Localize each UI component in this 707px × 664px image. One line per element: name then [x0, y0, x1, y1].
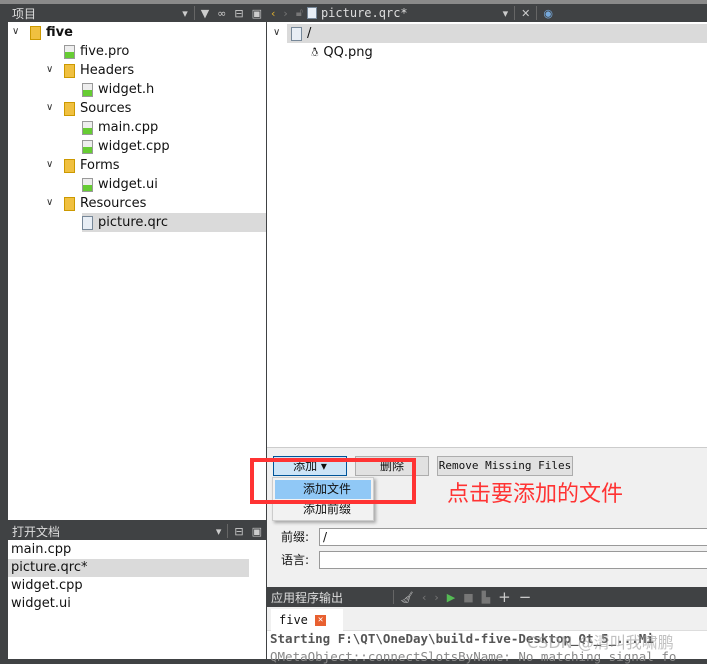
chevron-down-icon[interactable]: ∨: [12, 26, 19, 37]
editor-toolbar: ‹ › 🔓︎ picture.qrc* ▾ ✕ ◉: [267, 4, 707, 22]
language-field-label: 语言:: [281, 553, 310, 567]
ui-file-icon: [82, 177, 93, 192]
open-docs-title: 打开文档: [12, 524, 61, 539]
resource-file-label: QQ.png: [323, 45, 373, 60]
tree-item[interactable]: widget.h: [82, 80, 154, 99]
next-icon[interactable]: ›: [434, 591, 438, 604]
tree-item-label: widget.h: [98, 82, 155, 97]
sources-folder-icon: [64, 101, 75, 116]
lock-icon: 🔓︎: [295, 6, 303, 19]
open-doc-item[interactable]: picture.qrc*: [8, 559, 249, 577]
back-icon[interactable]: ‹: [271, 7, 275, 20]
tree-item[interactable]: Sources: [64, 99, 131, 118]
dropdown-icon[interactable]: ▾: [182, 7, 188, 20]
source-file-icon: [82, 120, 93, 135]
output-header: 应用程序输出 🧹︎ ‹ › ▶ ■ ▙ + −: [267, 587, 707, 607]
source-file-icon: [82, 82, 93, 97]
source-file-icon: [82, 139, 93, 154]
output-pane: five ✕ Starting F:\QT\OneDay\build-five-…: [267, 607, 707, 664]
zoom-in-icon[interactable]: +: [498, 588, 511, 606]
forms-folder-icon: [64, 158, 75, 173]
headers-folder-icon: [64, 63, 75, 78]
tree-item[interactable]: widget.ui: [82, 175, 158, 194]
tree-item-label: Forms: [80, 158, 120, 173]
output-tab-label: five: [279, 613, 308, 627]
forward-icon[interactable]: ›: [283, 7, 287, 20]
tree-item-label: main.cpp: [98, 120, 159, 135]
close-pane-icon[interactable]: ▣: [252, 525, 262, 538]
clear-icon[interactable]: 🧹︎: [400, 591, 414, 604]
output-title: 应用程序输出: [271, 590, 344, 605]
tree-item[interactable]: five.pro: [64, 42, 129, 61]
tree-item-label: Resources: [80, 196, 147, 211]
tree-item-label: five: [46, 25, 73, 40]
tree-item[interactable]: picture.qrc: [82, 213, 266, 232]
chevron-down-icon[interactable]: ∨: [46, 102, 53, 113]
annotation-box: [250, 458, 416, 504]
document-selector[interactable]: picture.qrc*: [321, 6, 499, 20]
resource-file-row[interactable]: 🐧︎ QQ.png: [311, 43, 373, 62]
attach-icon[interactable]: ▙: [482, 591, 490, 604]
open-docs-list[interactable]: main.cpp picture.qrc* widget.cpp widget.ui: [8, 540, 266, 659]
tree-item-label: Headers: [80, 63, 135, 78]
tree-item[interactable]: Resources: [64, 194, 146, 213]
open-doc-item[interactable]: widget.cpp: [8, 577, 249, 595]
tree-item-label: widget.ui: [98, 177, 158, 192]
prev-icon[interactable]: ‹: [422, 591, 426, 604]
prefix-label: /: [307, 26, 312, 41]
tree-item-label: five.pro: [80, 44, 130, 59]
prefix-input[interactable]: /: [319, 528, 707, 546]
project-folder-icon: [30, 25, 41, 40]
open-doc-item[interactable]: widget.ui: [8, 595, 249, 613]
prefix-icon: [291, 26, 302, 41]
stop-icon[interactable]: ■: [463, 591, 473, 604]
chevron-down-icon[interactable]: ∨: [273, 27, 280, 38]
project-tree[interactable]: five ∨ five.pro Headers ∨ widget.h Sources ∨ mai…: [8, 22, 266, 520]
tree-item[interactable]: widget.cpp: [82, 137, 170, 156]
pro-file-icon: [64, 44, 75, 59]
close-pane-icon[interactable]: ▣: [252, 7, 262, 20]
filter-icon[interactable]: ▼: [201, 7, 209, 20]
prefix-field-label: 前缀:: [281, 530, 310, 544]
split-icon[interactable]: ⊟: [234, 7, 243, 20]
tree-item-label: widget.cpp: [98, 139, 170, 154]
remove-missing-files-button[interactable]: Remove Missing Files: [437, 456, 573, 476]
penguin-image-icon: 🐧︎: [311, 45, 319, 59]
tree-item-label: Sources: [80, 101, 132, 116]
locator-icon[interactable]: ◉: [543, 7, 553, 20]
tree-item[interactable]: Headers: [64, 61, 134, 80]
output-tab-five[interactable]: five ✕: [271, 609, 343, 632]
prefix-row[interactable]: /: [287, 24, 707, 43]
tree-item[interactable]: Forms: [64, 156, 120, 175]
run-icon[interactable]: ▶: [447, 591, 455, 604]
dropdown-icon[interactable]: ▾: [503, 7, 509, 20]
watermark: CSDN @清叫我啸鹏: [527, 633, 674, 652]
dropdown-icon[interactable]: ▾: [216, 525, 222, 538]
chevron-down-icon[interactable]: ∨: [46, 159, 53, 170]
tree-item-label: picture.qrc: [98, 215, 168, 230]
projects-header: 项目 ▾ ▼ ∞ ⊟ ▣: [8, 4, 266, 22]
close-document-icon[interactable]: ✕: [521, 7, 530, 20]
resource-editor[interactable]: / ∨ 🐧︎ QQ.png: [267, 22, 707, 447]
resources-folder-icon: [64, 196, 75, 211]
link-icon[interactable]: ∞: [217, 7, 226, 20]
qrc-file-icon: [306, 7, 317, 19]
annotation-text: 点击要添加的文件: [447, 482, 624, 507]
tree-item[interactable]: main.cpp: [82, 118, 158, 137]
zoom-out-icon[interactable]: −: [519, 588, 532, 606]
chevron-down-icon[interactable]: ∨: [46, 64, 53, 75]
chevron-down-icon[interactable]: ∨: [46, 197, 53, 208]
split-icon[interactable]: ⊟: [234, 525, 243, 538]
close-tab-icon[interactable]: ✕: [315, 615, 327, 626]
open-doc-item[interactable]: main.cpp: [8, 541, 249, 559]
qrc-file-icon: [82, 215, 93, 230]
tree-item[interactable]: five: [30, 23, 73, 42]
projects-title: 项目: [12, 6, 37, 21]
open-docs-header: 打开文档 ▾ ⊟ ▣: [8, 522, 266, 540]
language-input[interactable]: [319, 551, 707, 569]
